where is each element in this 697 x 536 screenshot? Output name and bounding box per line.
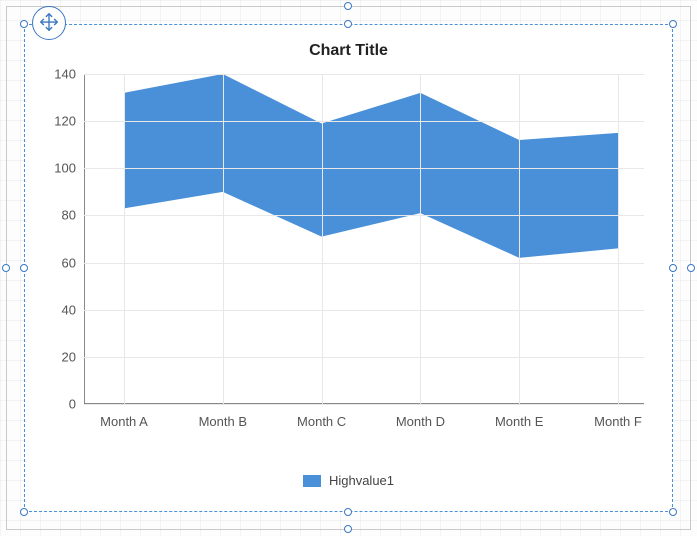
x-tick-label: Month D: [396, 414, 445, 429]
x-tick-label: Month B: [199, 414, 247, 429]
inner-handle-nw[interactable]: [20, 20, 28, 28]
gridline-v: [223, 74, 224, 404]
gridline-v: [519, 74, 520, 404]
inner-handle-se[interactable]: [669, 508, 677, 516]
x-tick-label: Month E: [495, 414, 543, 429]
gridline-h: [84, 404, 644, 405]
gridline-v: [420, 74, 421, 404]
resize-handle-w[interactable]: [2, 264, 10, 272]
y-tick-label: 120: [54, 114, 76, 129]
gridline-h: [84, 168, 644, 169]
y-tick-label: 40: [62, 302, 76, 317]
legend-label: Highvalue1: [329, 473, 394, 488]
plot-area: 020406080100120140Month AMonth BMonth CM…: [84, 74, 644, 404]
y-tick-label: 140: [54, 67, 76, 82]
inner-handle-w[interactable]: [20, 264, 28, 272]
inner-handle-n[interactable]: [344, 20, 352, 28]
chart-title: Chart Title: [34, 34, 663, 60]
gridline-h: [84, 263, 644, 264]
move-handle[interactable]: [32, 6, 66, 40]
legend: Highvalue1: [34, 473, 663, 488]
range-area-series: [84, 74, 644, 404]
gridline-h: [84, 121, 644, 122]
legend-swatch: [303, 475, 321, 487]
gridline-h: [84, 74, 644, 75]
y-tick-label: 60: [62, 255, 76, 270]
y-tick-label: 0: [69, 397, 76, 412]
resize-handle-e[interactable]: [687, 264, 695, 272]
gridline-h: [84, 310, 644, 311]
resize-handle-n[interactable]: [344, 2, 352, 10]
inner-handle-ne[interactable]: [669, 20, 677, 28]
inner-handle-e[interactable]: [669, 264, 677, 272]
gridline-v: [618, 74, 619, 404]
gridline-v: [322, 74, 323, 404]
y-tick-label: 100: [54, 161, 76, 176]
move-icon: [38, 11, 60, 36]
x-tick-label: Month C: [297, 414, 346, 429]
chart-object[interactable]: Chart Title 020406080100120140Month AMon…: [34, 34, 663, 502]
resize-handle-s[interactable]: [344, 525, 352, 533]
gridline-h: [84, 357, 644, 358]
y-tick-label: 80: [62, 208, 76, 223]
inner-handle-sw[interactable]: [20, 508, 28, 516]
y-tick-label: 20: [62, 349, 76, 364]
gridline-v: [124, 74, 125, 404]
inner-handle-s[interactable]: [344, 508, 352, 516]
x-tick-label: Month F: [594, 414, 642, 429]
x-tick-label: Month A: [100, 414, 148, 429]
gridline-h: [84, 215, 644, 216]
